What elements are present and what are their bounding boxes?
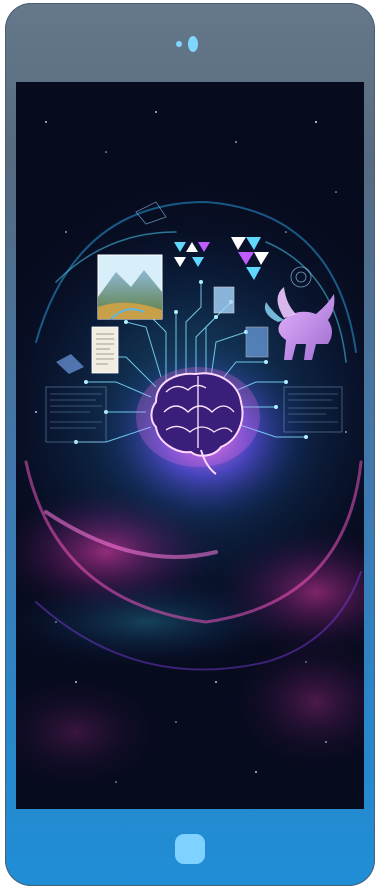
screen xyxy=(16,82,364,809)
wallpaper-artwork xyxy=(16,82,364,809)
camera-sensor-icon xyxy=(176,41,182,47)
front-camera xyxy=(176,36,204,52)
home-button[interactable] xyxy=(175,834,205,864)
landscape-image xyxy=(97,254,163,320)
document-image xyxy=(91,326,119,374)
camera-lens-icon xyxy=(188,36,198,52)
phone-frame xyxy=(5,3,375,886)
